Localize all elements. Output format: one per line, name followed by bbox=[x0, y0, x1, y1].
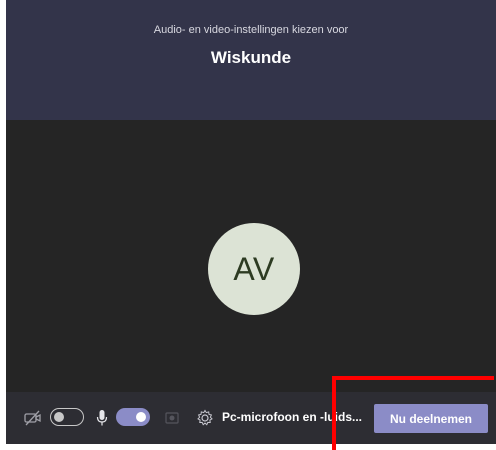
meeting-header: Audio- en video-instellingen kiezen voor… bbox=[6, 0, 496, 120]
camera-toggle-knob bbox=[54, 411, 64, 422]
gear-icon[interactable] bbox=[196, 409, 214, 427]
device-controls-bar: Pc-microfoon en -luids... Nu deelnemen bbox=[6, 392, 496, 444]
microphone-toggle[interactable] bbox=[116, 408, 150, 426]
background-blur-icon[interactable] bbox=[164, 410, 180, 426]
camera-toggle[interactable] bbox=[50, 408, 84, 426]
avatar: AV bbox=[208, 223, 300, 315]
meeting-title: Wiskunde bbox=[210, 48, 292, 67]
microphone-icon bbox=[96, 409, 108, 427]
microphone-toggle-knob bbox=[136, 412, 146, 422]
camera-off-icon bbox=[24, 410, 42, 426]
join-now-button[interactable]: Nu deelnemen bbox=[374, 404, 488, 433]
audio-device-selector[interactable]: Pc-microfoon en -luids... bbox=[222, 410, 368, 424]
header-subtitle: Audio- en video-instellingen kiezen voor bbox=[153, 24, 349, 36]
video-preview: AV bbox=[6, 120, 496, 392]
